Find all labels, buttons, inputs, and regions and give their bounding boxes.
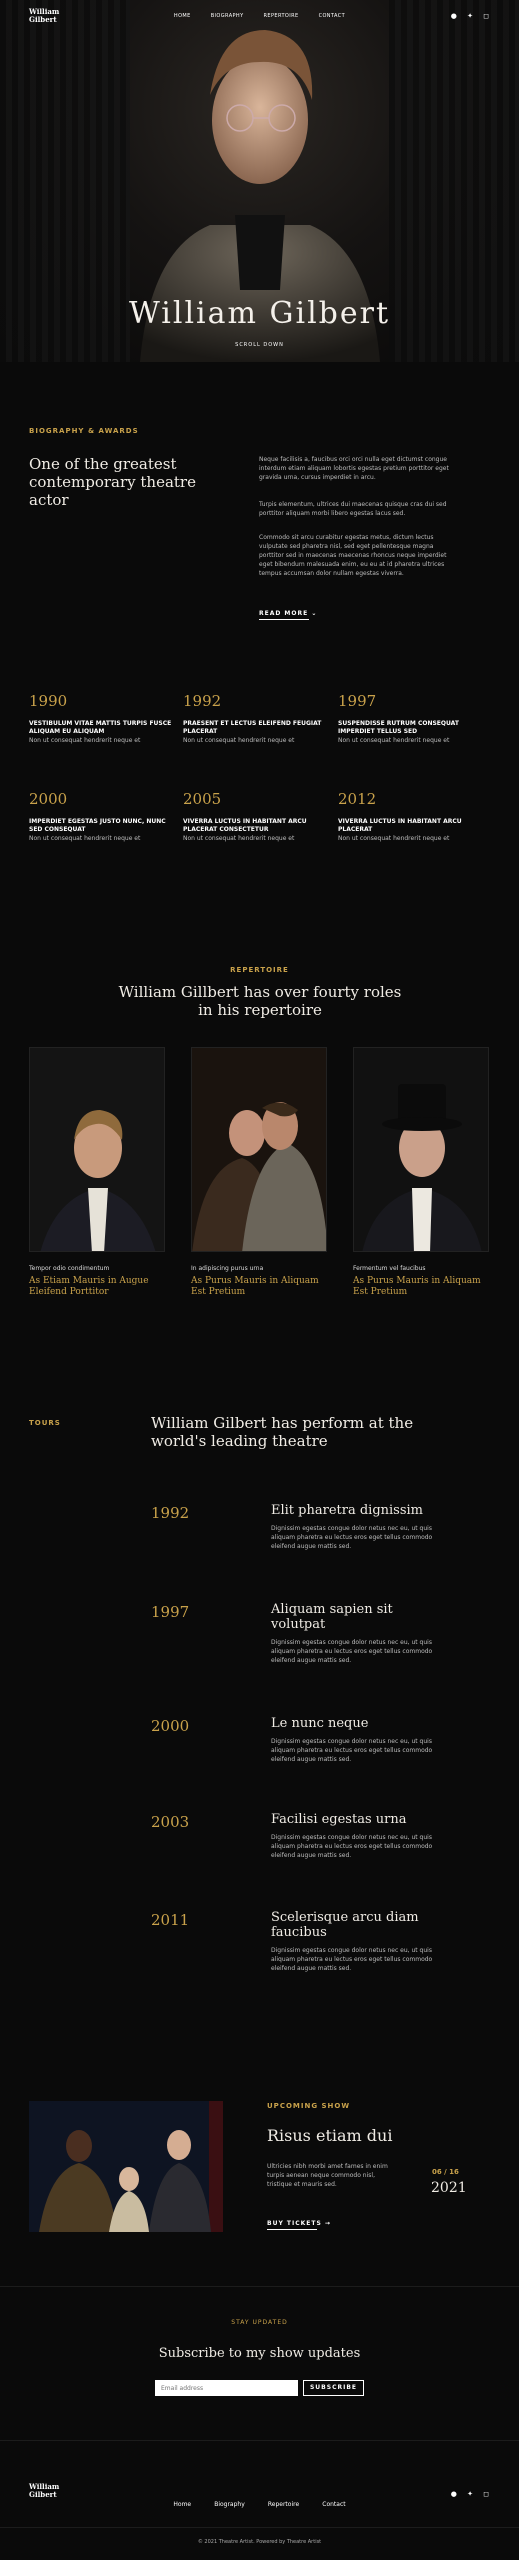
tour-item: Elit pharetra dignissim Dignissim egesta… (271, 1503, 433, 1550)
divider (0, 2286, 519, 2287)
role-subtitle: In adipiscing purus urna (191, 1265, 264, 1272)
divider (0, 2527, 519, 2528)
repertoire-heading: William Gillbert has over fourty roles i… (118, 983, 402, 1019)
role-image (191, 1047, 328, 1253)
email-input[interactable] (155, 2380, 298, 2396)
role-title: As Etiam Mauris in Augue Eleifend Portti… (29, 1276, 149, 1297)
bio-label: BIOGRAPHY & AWARDS (29, 427, 139, 435)
bio-paragraph-1: Neque facilisis a, faucibus orci orci nu… (259, 456, 449, 481)
milestone-item: 2005 VIVERRA LUCTUS IN HABITANT ARCU PLA… (183, 790, 307, 842)
milestone-item: 1990 VESTIBULUM VITAE MATTIS TURPIS FUSC… (29, 692, 172, 744)
tours-heading: William Gilbert has perform at the world… (151, 1414, 414, 1450)
milestone-item: 1992 PRAESENT ET LECTUS ELEIFEND FEUGIAT… (183, 692, 322, 744)
milestone-item: 2012 VIVERRA LUCTUS IN HABITANT ARCU PLA… (338, 790, 462, 842)
tour-item: Scelerisque arcu diam faucibus Dignissim… (271, 1910, 433, 1972)
read-more-link[interactable]: READ MORE ⌄ (259, 610, 317, 617)
buy-tickets-underline (267, 2229, 317, 2230)
footer-social: ● ✦ ◻ (443, 2490, 489, 2498)
chevron-down-icon: ⌄ (311, 610, 318, 617)
role-subtitle: Tempor odio condimentum (29, 1265, 110, 1272)
twitter-icon[interactable]: ✦ (467, 2490, 473, 2498)
tour-item: Aliquam sapien sit volutpat Dignissim eg… (271, 1602, 433, 1664)
hero-section: William Gilbert HOME BIOGRAPHY REPERTOIR… (0, 0, 519, 362)
role-subtitle: Fermentum vel faucibus (353, 1265, 426, 1272)
arrow-right-icon: → (324, 2220, 331, 2227)
tour-year: 1997 (151, 1603, 190, 1621)
divider (0, 2440, 519, 2441)
social-links: ● ✦ ◻ (443, 12, 489, 20)
instagram-icon[interactable]: ◻ (483, 2490, 489, 2498)
nav-contact[interactable]: CONTACT (319, 13, 346, 19)
twitter-icon[interactable]: ✦ (467, 12, 473, 20)
main-menu: HOME BIOGRAPHY REPERTOIRE CONTACT (0, 13, 519, 19)
role-card[interactable]: Fermentum vel faucibus As Purus Mauris i… (353, 1047, 490, 1298)
role-image (29, 1047, 166, 1253)
nav-home[interactable]: HOME (174, 13, 191, 19)
bio-heading: One of the greatest contemporary theatre… (29, 455, 196, 509)
footer-link-repertoire[interactable]: Repertoire (268, 2501, 299, 2508)
milestone-item: 1997 SUSPENDISSE RUTRUM CONSEQUAT IMPERD… (338, 692, 459, 744)
nav-repertoire[interactable]: REPERTOIRE (264, 13, 299, 19)
read-more-underline (259, 619, 309, 620)
role-card[interactable]: In adipiscing purus urna As Purus Mauris… (191, 1047, 328, 1298)
tours-label: TOURS (29, 1419, 61, 1427)
facebook-icon[interactable]: ● (451, 2490, 457, 2498)
bio-paragraph-3: Commodo sit arcu curabitur egestas metus… (259, 534, 447, 577)
tour-item: Facilisi egestas urna Dignissim egestas … (271, 1812, 433, 1859)
footer-menu: Home Biography Repertoire Contact (0, 2491, 519, 2510)
show-description: Ultricies nibh morbi amet fames in enim … (267, 2163, 388, 2188)
tour-year: 2003 (151, 1813, 190, 1831)
show-title: Risus etiam dui (267, 2126, 393, 2145)
footer-link-contact[interactable]: Contact (322, 2501, 345, 2508)
subscribe-label: STAY UPDATED (231, 2319, 288, 2326)
subscribe-button[interactable]: SUBSCRIBE (303, 2380, 364, 2396)
instagram-icon[interactable]: ◻ (483, 12, 489, 20)
subscribe-heading: Subscribe to my show updates (158, 2346, 361, 2361)
role-image (353, 1047, 490, 1253)
role-title: As Purus Mauris in Aliquam Est Pretium (191, 1276, 319, 1297)
show-date: 06 / 16 (432, 2168, 459, 2176)
hero-title: William Gilbert (128, 296, 391, 331)
footer-link-biography[interactable]: Biography (214, 2501, 245, 2508)
tour-year: 1992 (151, 1504, 190, 1522)
tour-year: 2000 (151, 1717, 190, 1735)
role-title: As Purus Mauris in Aliquam Est Pretium (353, 1276, 481, 1297)
copyright: © 2021 Theatre Artist. Powered by Theatr… (197, 2539, 322, 2545)
scroll-down-link[interactable]: SCROLL DOWN (0, 342, 519, 348)
buy-tickets-button[interactable]: BUY TICKETS → (267, 2220, 331, 2227)
show-image (29, 2101, 223, 2232)
bio-paragraph-2: Turpis elementum, ultrices dui maecenas … (259, 501, 447, 517)
tour-year: 2011 (151, 1911, 190, 1929)
show-year: 2021 (431, 2180, 467, 2196)
facebook-icon[interactable]: ● (451, 12, 457, 20)
tour-item: Le nunc neque Dignissim egestas congue d… (271, 1716, 433, 1763)
milestone-item: 2000 IMPERDIET EGESTAS JUSTO NUNC, NUNC … (29, 790, 166, 842)
repertoire-label: REPERTOIRE (230, 966, 289, 974)
top-nav: William Gilbert HOME BIOGRAPHY REPERTOIR… (0, 0, 519, 34)
show-label: UPCOMING SHOW (267, 2102, 351, 2110)
footer-link-home[interactable]: Home (173, 2501, 191, 2508)
nav-biography[interactable]: BIOGRAPHY (211, 13, 244, 19)
role-card[interactable]: Tempor odio condimentum As Etiam Mauris … (29, 1047, 166, 1298)
